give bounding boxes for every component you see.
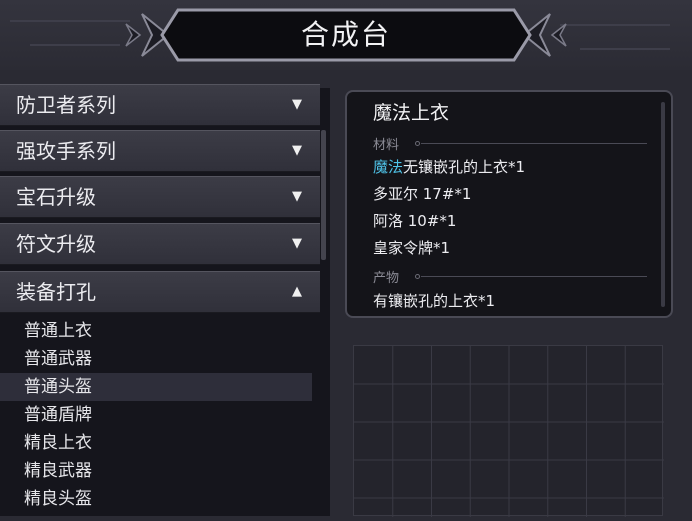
material-text: 皇家令牌*1: [373, 239, 451, 257]
category-equipment-socketing[interactable]: 装备打孔 ▲: [0, 271, 320, 313]
expand-arrow-icon: ▼: [292, 236, 302, 251]
expand-arrow-icon: ▼: [292, 189, 302, 204]
product-section-label: 产物: [373, 271, 400, 286]
sub-item-fine-helmet[interactable]: 精良头盔: [0, 485, 312, 513]
material-row: 阿洛 10#*1: [373, 210, 456, 231]
sub-item-normal-shield[interactable]: 普通盾牌: [0, 401, 312, 429]
header-streak: [560, 24, 670, 26]
category-label: 装备打孔: [16, 280, 96, 304]
header-streak: [30, 44, 120, 46]
sub-item-fine-top[interactable]: 精良上衣: [0, 429, 312, 457]
header-streak: [580, 48, 670, 50]
detail-scrollbar[interactable]: [661, 102, 665, 307]
recipe-detail-panel: 魔法上衣 材料 魔法无镶嵌孔的上衣*1 多亚尔 17#*1 阿洛 10#*1 皇…: [345, 90, 673, 318]
section-divider: [421, 276, 647, 277]
inventory-grid-lines: [354, 346, 664, 517]
category-scrollbar[interactable]: [321, 130, 326, 260]
material-row: 魔法无镶嵌孔的上衣*1: [373, 156, 525, 177]
category-label: 强攻手系列: [16, 139, 116, 163]
page-title: 合成台: [300, 18, 391, 51]
sub-item-normal-helmet[interactable]: 普通头盔: [0, 373, 312, 401]
recipe-title: 魔法上衣: [373, 102, 450, 124]
material-row: 多亚尔 17#*1: [373, 183, 471, 204]
sub-item-normal-top[interactable]: 普通上衣: [0, 317, 312, 345]
category-label: 宝石升级: [16, 185, 96, 209]
category-defender[interactable]: 防卫者系列 ▼: [0, 84, 320, 126]
title-plate: 合成台: [160, 8, 532, 62]
product-row: 有镶嵌孔的上衣*1: [373, 292, 496, 310]
category-gem-upgrade[interactable]: 宝石升级 ▼: [0, 176, 320, 218]
expand-arrow-icon: ▼: [292, 97, 302, 112]
category-label: 防卫者系列: [16, 93, 116, 117]
sub-item-normal-weapon[interactable]: 普通武器: [0, 345, 312, 373]
sub-item-fine-weapon[interactable]: 精良武器: [0, 457, 312, 485]
inventory-grid: [353, 345, 664, 517]
material-text: 阿洛 10#*1: [373, 212, 457, 230]
materials-section-label: 材料: [373, 138, 400, 153]
category-label: 符文升级: [16, 232, 96, 256]
header-streak: [10, 20, 130, 22]
section-dot-icon: [415, 141, 420, 146]
material-text: 无镶嵌孔的上衣*1: [403, 158, 526, 176]
section-dot-icon: [415, 274, 420, 279]
category-striker[interactable]: 强攻手系列 ▼: [0, 130, 320, 172]
collapse-arrow-icon: ▲: [292, 284, 302, 299]
material-highlight: 魔法: [373, 158, 404, 176]
category-rune-upgrade[interactable]: 符文升级 ▼: [0, 223, 320, 265]
expand-arrow-icon: ▼: [292, 143, 302, 158]
material-row: 皇家令牌*1: [373, 237, 450, 258]
material-text: 多亚尔 17#*1: [373, 185, 472, 203]
section-divider: [421, 143, 647, 144]
